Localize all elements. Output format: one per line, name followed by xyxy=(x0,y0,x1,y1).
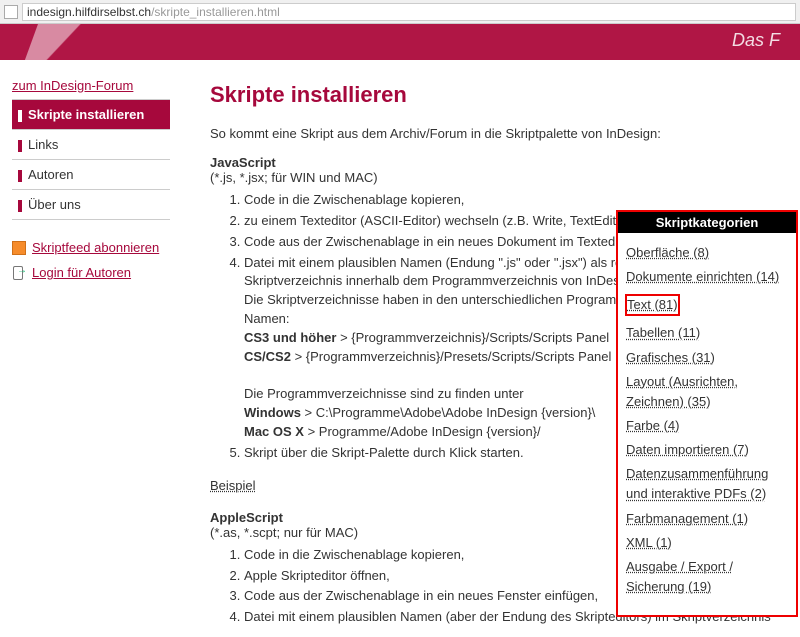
page-title: Skripte installieren xyxy=(210,82,782,108)
as-ext: (*.as, *.scpt; nur für MAC) xyxy=(210,525,358,540)
rss-icon xyxy=(12,241,26,255)
main-content: Skripte installieren So kommt eine Skrip… xyxy=(170,70,800,637)
cat-grafisches[interactable]: Grafisches (31) xyxy=(626,348,788,368)
url-path: /skripte_installieren.html xyxy=(151,5,280,19)
cat-farbmanagement[interactable]: Farbmanagement (1) xyxy=(626,509,788,529)
example-link[interactable]: Beispiel xyxy=(210,478,256,493)
cat-daten-import[interactable]: Daten importieren (7) xyxy=(626,440,788,460)
login-link[interactable]: Login für Autoren xyxy=(12,265,170,280)
js-step-1: Code in die Zwischenablage kopieren, xyxy=(244,191,782,210)
nav-label: Links xyxy=(28,137,58,152)
cat-tabellen[interactable]: Tabellen (11) xyxy=(626,323,788,343)
nav-item-ueber-uns[interactable]: Über uns xyxy=(12,189,170,220)
url-field[interactable]: indesign.hilfdirselbst.ch/skripte_instal… xyxy=(22,3,796,21)
cat-datenzusammen[interactable]: Datenzusammenführung und interaktive PDF… xyxy=(626,464,788,504)
cat-dokumente[interactable]: Dokumente einrichten (14) xyxy=(626,267,788,287)
nav-label: Skripte installieren xyxy=(28,107,144,122)
nav-item-links[interactable]: Links xyxy=(12,129,170,159)
page-icon xyxy=(4,5,18,19)
login-icon xyxy=(12,266,26,280)
js-ext: (*.js, *.jsx; für WIN und MAC) xyxy=(210,170,378,185)
banner-text: Das F xyxy=(732,30,780,51)
cat-farbe[interactable]: Farbe (4) xyxy=(626,416,788,436)
banner-decoration xyxy=(19,24,161,60)
nav-marker-icon xyxy=(18,110,22,122)
rss-link[interactable]: Skriptfeed abonnieren xyxy=(12,240,170,255)
url-host: indesign.hilfdirselbst.ch xyxy=(27,5,151,19)
cat-layout[interactable]: Layout (Ausrichten, Zeichnen) (35) xyxy=(626,372,788,412)
nav-label: Autoren xyxy=(28,167,74,182)
nav-marker-icon xyxy=(18,140,22,152)
forum-link[interactable]: zum InDesign-Forum xyxy=(12,78,170,93)
login-label: Login für Autoren xyxy=(32,265,131,280)
nav-label: Über uns xyxy=(28,197,81,212)
site-banner: Das F xyxy=(0,24,800,60)
intro-text: So kommt eine Skript aus dem Archiv/Foru… xyxy=(210,126,782,141)
nav-marker-icon xyxy=(18,170,22,182)
nav-item-skripte-installieren[interactable]: Skripte installieren xyxy=(12,99,170,129)
nav-marker-icon xyxy=(18,200,22,212)
nav-item-autoren[interactable]: Autoren xyxy=(12,159,170,189)
as-heading: AppleScript xyxy=(210,510,283,525)
cat-xml[interactable]: XML (1) xyxy=(626,533,788,553)
browser-address-bar: indesign.hilfdirselbst.ch/skripte_instal… xyxy=(0,0,800,24)
js-heading: JavaScript xyxy=(210,155,276,170)
cat-oberflaeche[interactable]: Oberfläche (8) xyxy=(626,243,788,263)
category-header: Skriptkategorien xyxy=(618,212,796,233)
rss-label: Skriptfeed abonnieren xyxy=(32,240,159,255)
sidebar: zum InDesign-Forum Skripte installieren … xyxy=(0,70,170,637)
cat-text[interactable]: Text (81) xyxy=(626,295,679,315)
cat-ausgabe[interactable]: Ausgabe / Export / Sicherung (19) xyxy=(626,557,788,597)
category-box: Skriptkategorien Oberfläche (8) Dokument… xyxy=(616,210,798,617)
